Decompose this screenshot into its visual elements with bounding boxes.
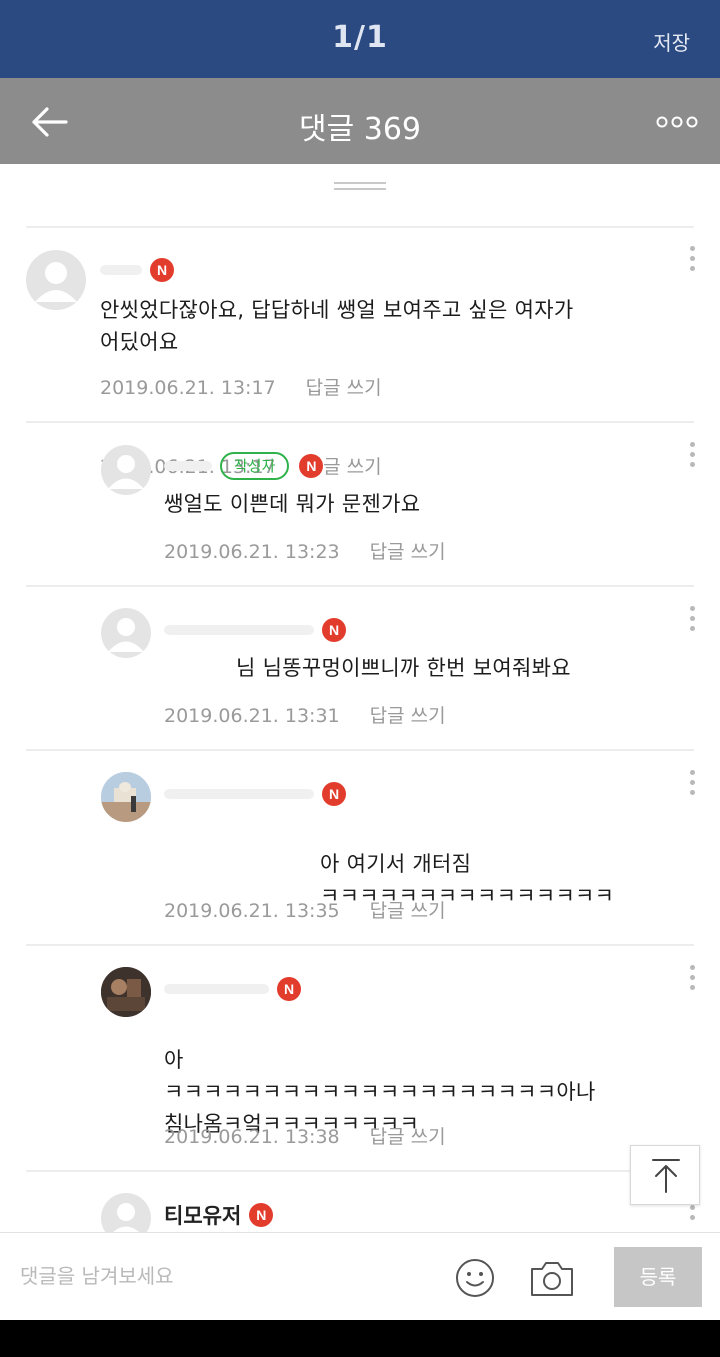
comment-meta: 2019.06.21. 13:17 답글 쓰기 — [100, 373, 382, 400]
author-name[interactable] — [164, 789, 314, 799]
camera-icon — [531, 1262, 573, 1296]
comment-menu-button[interactable] — [688, 442, 696, 470]
submit-button[interactable]: 등록 — [614, 1247, 702, 1307]
writer-badge: 작성자 — [220, 452, 290, 480]
comment-meta: 2019.06.21. 13:35 답글 쓰기 — [164, 896, 446, 923]
comment-text: 안씻었다잖아요, 답답하네 쌩얼 보여주고 싶은 여자가 어딨어요 — [100, 298, 574, 354]
reply-button[interactable]: 답글 쓰기 — [370, 541, 446, 563]
save-button[interactable]: 저장 — [653, 27, 690, 56]
page-counter: 1/1 — [332, 20, 388, 55]
avatar[interactable] — [101, 608, 151, 658]
smiley-icon — [456, 1259, 494, 1297]
comment-date: 2019.06.21. 13:35 — [164, 900, 340, 922]
more-dots-icon — [656, 116, 698, 128]
new-badge: N — [150, 258, 174, 282]
author-row: N — [164, 975, 301, 1003]
comment-date: 2019.06.21. 13:17 — [100, 377, 276, 399]
comment-menu-button[interactable] — [688, 606, 696, 634]
reply-button[interactable]: 답글 쓰기 — [370, 1126, 446, 1148]
divider — [26, 1170, 694, 1172]
default-avatar-icon — [113, 1203, 139, 1232]
author-name[interactable] — [100, 265, 142, 275]
avatar[interactable] — [26, 250, 86, 310]
comment-meta: 2019.06.21. 13:31 답글 쓰기 — [164, 701, 446, 728]
new-badge: N — [322, 782, 346, 806]
new-badge: N — [299, 454, 324, 478]
comment-text: 쌩얼도 이쁜데 뭐가 문젠가요 — [164, 492, 421, 516]
comment-meta: 2019.06.21. 13:23 답글 쓰기 — [164, 537, 446, 564]
scroll-to-top-button[interactable] — [630, 1145, 700, 1205]
emoji-button[interactable] — [454, 1257, 496, 1299]
comment-date: 2019.06.21. 13:38 — [164, 1126, 340, 1148]
default-avatar-icon — [108, 455, 144, 489]
divider — [26, 749, 694, 751]
comment-date: 2019.06.21. 13:23 — [164, 541, 340, 563]
author-name[interactable] — [164, 625, 314, 635]
comment-date: 2019.06.21. 13:31 — [164, 705, 340, 727]
user-photo-icon — [101, 967, 151, 1017]
comments-title: 댓글 369 — [299, 112, 421, 147]
avatar[interactable] — [101, 772, 151, 822]
avatar[interactable] — [101, 445, 151, 495]
author-row: 작성자 N — [164, 452, 324, 480]
user-photo-icon — [101, 772, 151, 822]
divider — [26, 585, 694, 587]
comments-header: 댓글 369 — [0, 78, 720, 164]
author-row: 티모유저 N — [164, 1200, 274, 1230]
system-nav-strip — [0, 1320, 720, 1357]
default-avatar-icon — [35, 262, 77, 302]
divider — [26, 421, 694, 423]
divider — [26, 226, 694, 228]
comment-list[interactable]: N 안씻었다잖아요, 답답하네 쌩얼 보여주고 싶은 여자가 어딨어요 2019… — [0, 164, 720, 1232]
new-badge: N — [277, 977, 301, 1001]
divider — [26, 944, 694, 946]
new-badge: N — [249, 1203, 274, 1227]
arrow-up-icon — [652, 1159, 680, 1193]
reply-button[interactable]: 답글 쓰기 — [370, 705, 446, 727]
avatar[interactable] — [101, 967, 151, 1017]
comment-menu-button[interactable] — [688, 965, 696, 993]
comment-compose-bar: 등록 — [0, 1232, 720, 1320]
comment-menu-button[interactable] — [688, 770, 696, 798]
author-row: N — [100, 256, 174, 284]
avatar[interactable] — [101, 1193, 151, 1232]
author-name[interactable] — [164, 984, 269, 994]
more-options-button[interactable] — [656, 114, 698, 128]
reply-button[interactable]: 답글 쓰기 — [306, 377, 382, 399]
comment-meta: 2019.06.21. 13:38 답글 쓰기 — [164, 1122, 446, 1149]
reply-button[interactable]: 답글 쓰기 — [370, 900, 446, 922]
camera-button[interactable] — [529, 1259, 575, 1299]
comment-text: 님 님똥꾸멍이쁘니까 한번 보여줘봐요 — [236, 656, 571, 680]
viewer-bar: 1/1 저장 — [0, 0, 720, 78]
comment-menu-button[interactable] — [688, 246, 696, 274]
drag-handle[interactable] — [334, 182, 386, 194]
author-name[interactable] — [164, 461, 212, 471]
comment-input[interactable] — [20, 1259, 420, 1293]
author-name[interactable]: 티모유저 — [164, 1200, 241, 1230]
author-row: N — [164, 616, 346, 644]
author-row: N — [164, 780, 346, 808]
new-badge: N — [322, 618, 346, 642]
comment-text: 아 ㅋㅋㅋㅋㅋㅋㅋㅋㅋㅋㅋㅋㅋㅋㅋㅋㅋㅋㅋㅋ아나 침나옴ㅋ엌ㅋㅋㅋㅋㅋㅋㅋㅋ — [164, 1012, 684, 1140]
default-avatar-icon — [108, 618, 144, 652]
